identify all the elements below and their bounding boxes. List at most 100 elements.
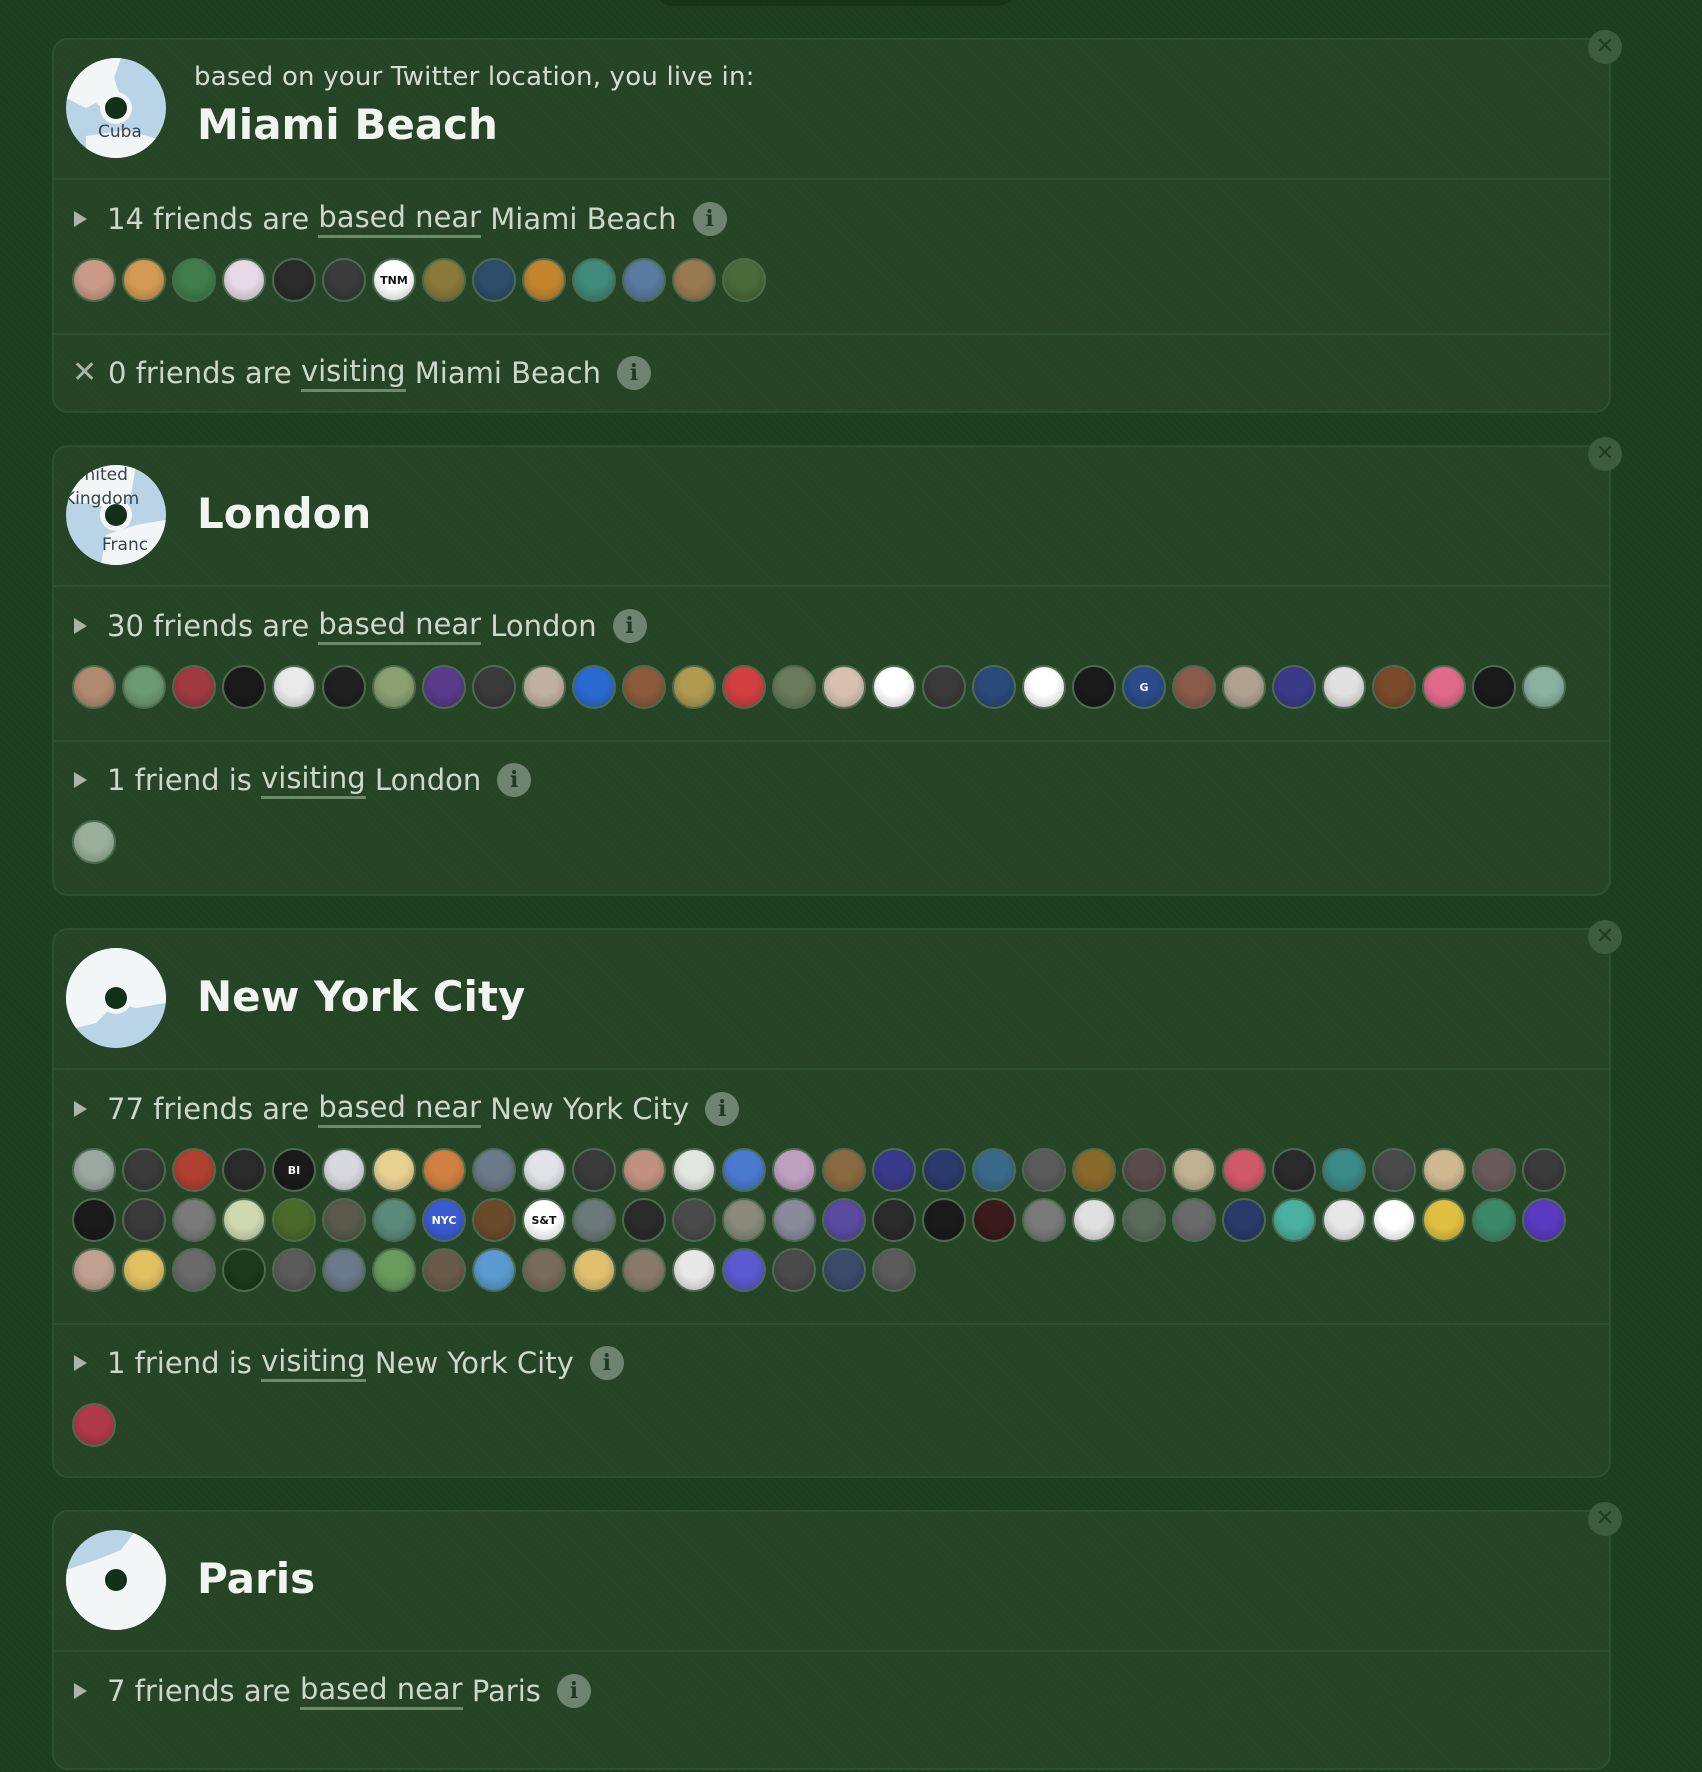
friend-avatar[interactable] — [1022, 665, 1066, 709]
friend-avatar[interactable] — [1522, 1198, 1566, 1242]
info-icon[interactable]: i — [556, 1674, 591, 1708]
visiting-toggle[interactable]: 1 friend is visiting New York City i — [72, 1344, 624, 1382]
info-icon[interactable]: i — [497, 763, 532, 797]
friend-avatar[interactable] — [1122, 1148, 1166, 1192]
friend-avatar[interactable] — [1422, 1198, 1466, 1242]
friend-avatar[interactable] — [422, 1248, 466, 1292]
friend-avatar[interactable] — [1472, 665, 1516, 709]
info-icon[interactable]: i — [612, 609, 647, 643]
friend-avatar[interactable]: G — [1122, 665, 1166, 709]
friend-avatar[interactable] — [122, 665, 166, 709]
friend-avatar[interactable] — [572, 1148, 616, 1192]
friend-avatar[interactable] — [772, 1248, 816, 1292]
friend-avatar[interactable] — [1372, 1148, 1416, 1192]
based-near-link[interactable]: based near — [318, 1090, 482, 1128]
friend-avatar[interactable] — [822, 1198, 866, 1242]
friend-avatar[interactable] — [322, 258, 366, 302]
friend-avatar[interactable] — [1322, 1198, 1366, 1242]
visiting-toggle[interactable]: ✕ 0 friends are visiting Miami Beach i — [72, 354, 651, 392]
friend-avatar[interactable] — [1172, 665, 1216, 709]
friend-avatar[interactable] — [72, 665, 116, 709]
friend-avatar[interactable]: BI — [272, 1148, 316, 1192]
info-icon[interactable]: i — [616, 356, 651, 390]
top-tab[interactable] — [655, 0, 1015, 6]
friend-avatar[interactable] — [1122, 1198, 1166, 1242]
friend-avatar[interactable] — [72, 1198, 116, 1242]
friend-avatar[interactable] — [672, 665, 716, 709]
friend-avatar[interactable] — [372, 1148, 416, 1192]
friend-avatar[interactable] — [872, 1148, 916, 1192]
friend-avatar[interactable] — [472, 1248, 516, 1292]
friend-avatar[interactable] — [1072, 665, 1116, 709]
friend-avatar[interactable] — [422, 665, 466, 709]
friend-avatar[interactable] — [272, 1198, 316, 1242]
friend-avatar[interactable] — [372, 665, 416, 709]
friend-avatar[interactable] — [672, 1248, 716, 1292]
friend-avatar[interactable] — [72, 820, 116, 864]
friend-avatar[interactable] — [1272, 665, 1316, 709]
friend-avatar[interactable] — [1322, 1148, 1366, 1192]
based-near-toggle[interactable]: 14 friends are based near Miami Beach i — [72, 200, 727, 238]
based-near-link[interactable]: based near — [318, 607, 482, 645]
friend-avatar[interactable] — [922, 1198, 966, 1242]
friend-avatar[interactable] — [222, 1198, 266, 1242]
friend-avatar[interactable] — [372, 1248, 416, 1292]
friend-avatar[interactable] — [1372, 665, 1416, 709]
friend-avatar[interactable] — [772, 1198, 816, 1242]
friend-avatar[interactable] — [972, 1148, 1016, 1192]
friend-avatar[interactable]: NYC — [422, 1198, 466, 1242]
friend-avatar[interactable] — [122, 1248, 166, 1292]
friend-avatar[interactable] — [422, 258, 466, 302]
friend-avatar[interactable] — [672, 1148, 716, 1192]
friend-avatar[interactable] — [272, 1248, 316, 1292]
friend-avatar[interactable] — [72, 258, 116, 302]
friend-avatar[interactable]: S&T — [522, 1198, 566, 1242]
friend-avatar[interactable] — [572, 665, 616, 709]
friend-avatar[interactable] — [522, 1248, 566, 1292]
friend-avatar[interactable] — [122, 1148, 166, 1192]
based-near-link[interactable]: based near — [299, 1672, 463, 1710]
friend-avatar[interactable] — [1472, 1148, 1516, 1192]
friend-avatar[interactable] — [922, 665, 966, 709]
friend-avatar[interactable] — [322, 1198, 366, 1242]
friend-avatar[interactable] — [1322, 665, 1366, 709]
friend-avatar[interactable] — [772, 1148, 816, 1192]
friend-avatar[interactable] — [1522, 1148, 1566, 1192]
friend-avatar[interactable] — [722, 1148, 766, 1192]
friend-avatar[interactable] — [622, 665, 666, 709]
friend-avatar[interactable] — [322, 1148, 366, 1192]
friend-avatar[interactable] — [1222, 1148, 1266, 1192]
friend-avatar[interactable] — [72, 1148, 116, 1192]
friend-avatar[interactable] — [1522, 665, 1566, 709]
friend-avatar[interactable] — [572, 1248, 616, 1292]
friend-avatar[interactable] — [1372, 1198, 1416, 1242]
friend-avatar[interactable] — [572, 258, 616, 302]
friend-avatar[interactable] — [872, 1198, 916, 1242]
friend-avatar[interactable] — [622, 1148, 666, 1192]
friend-avatar[interactable] — [1272, 1198, 1316, 1242]
friend-avatar[interactable] — [472, 1198, 516, 1242]
friend-avatar[interactable] — [1072, 1198, 1116, 1242]
friend-avatar[interactable] — [1272, 1148, 1316, 1192]
friend-avatar[interactable] — [1222, 665, 1266, 709]
friend-avatar[interactable] — [1422, 665, 1466, 709]
friend-avatar[interactable] — [472, 258, 516, 302]
friend-avatar[interactable] — [172, 1198, 216, 1242]
based-near-toggle[interactable]: 7 friends are based near Paris i — [72, 1672, 591, 1710]
based-near-toggle[interactable]: 77 friends are based near New York City … — [72, 1090, 740, 1128]
friend-avatar[interactable] — [622, 1248, 666, 1292]
friend-avatar[interactable] — [622, 1198, 666, 1242]
friend-avatar[interactable] — [422, 1148, 466, 1192]
friend-avatar[interactable] — [1072, 1148, 1116, 1192]
friend-avatar[interactable] — [822, 1148, 866, 1192]
friend-avatar[interactable] — [922, 1148, 966, 1192]
friend-avatar[interactable] — [722, 1248, 766, 1292]
friend-avatar[interactable] — [272, 258, 316, 302]
info-icon[interactable]: i — [705, 1092, 740, 1126]
friend-avatar[interactable] — [1172, 1148, 1216, 1192]
friend-avatar[interactable] — [172, 258, 216, 302]
friend-avatar[interactable] — [572, 1198, 616, 1242]
based-near-link[interactable]: based near — [318, 200, 482, 238]
friend-avatar[interactable] — [722, 258, 766, 302]
friend-avatar[interactable] — [172, 1148, 216, 1192]
